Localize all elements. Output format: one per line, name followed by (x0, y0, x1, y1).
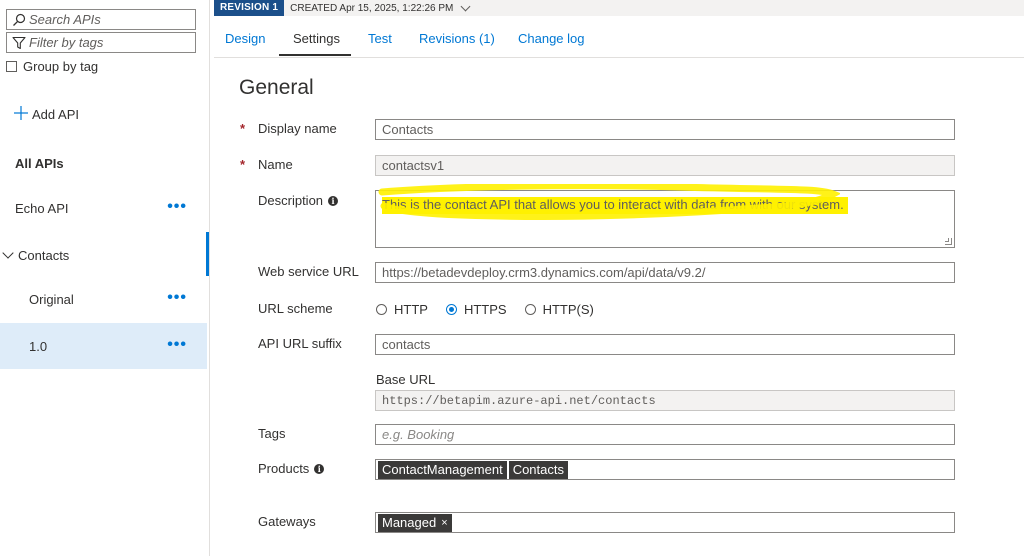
filter-by-tags-box[interactable] (6, 32, 196, 53)
name-field: contactsv1 (375, 155, 955, 176)
filter-by-tags-input[interactable] (29, 33, 189, 52)
description-text: This is the contact API that allows you … (382, 195, 848, 216)
close-icon[interactable]: × (441, 517, 447, 529)
api-item-label: Original (29, 291, 74, 307)
tags-field[interactable]: e.g. Booking (375, 424, 955, 445)
api-url-suffix-label: API URL suffix (258, 336, 342, 351)
radio-button[interactable] (376, 304, 387, 315)
tab-settings[interactable]: Settings (293, 31, 340, 46)
plus-icon (14, 106, 28, 122)
api-url-suffix-field[interactable]: contacts (375, 334, 955, 355)
base-url-label: Base URL (376, 372, 436, 387)
add-api-label: Add API (32, 106, 79, 122)
api-item-contacts[interactable]: Contacts (0, 232, 207, 278)
base-url-field: https://betapim.azure-api.net/contacts (375, 390, 955, 411)
required-marker: * (240, 121, 246, 136)
sidebar-scrollbar[interactable] (206, 232, 209, 276)
tab-test[interactable]: Test (368, 31, 392, 46)
gateways-label: Gateways (258, 514, 316, 529)
radio-http[interactable]: HTTP (376, 302, 428, 317)
product-tag[interactable]: Contacts (508, 460, 568, 479)
all-apis-heading[interactable]: All APIs (15, 156, 64, 171)
tab-change-log[interactable]: Change log (518, 31, 585, 46)
product-tag[interactable]: ContactManagement (378, 460, 507, 479)
resize-handle-icon[interactable] (945, 238, 952, 245)
display-name-field[interactable]: Contacts (375, 119, 955, 140)
api-item-echo[interactable]: Echo API ••• (0, 185, 207, 231)
products-label: Products i (258, 461, 325, 476)
more-options-icon[interactable]: ••• (167, 290, 187, 306)
gateways-field[interactable]: Managed × (375, 512, 955, 533)
api-sidebar: Group by tag Add API All APIs Echo API •… (0, 0, 210, 556)
chevron-down-icon[interactable] (2, 247, 14, 259)
active-tab-indicator (279, 54, 351, 56)
search-apis-box[interactable] (6, 9, 196, 30)
section-title: General (239, 76, 314, 99)
more-options-icon[interactable]: ••• (167, 199, 187, 215)
radio-button-checked[interactable] (445, 304, 457, 315)
radio-label: HTTP(S) (542, 302, 594, 317)
info-icon[interactable]: i (314, 463, 325, 474)
chevron-down-icon[interactable] (460, 1, 471, 11)
api-version-1-0[interactable]: 1.0 ••• (0, 323, 207, 369)
revision-bar: REVISION 1 CREATED Apr 15, 2025, 1:22:26… (214, 0, 1024, 16)
api-item-label: Contacts (18, 247, 70, 263)
api-tabs: Design Settings Test Revisions (1) Chang… (214, 20, 1024, 58)
radio-button[interactable] (524, 304, 536, 315)
display-name-label: Display name (258, 121, 337, 136)
description-label: Description i (258, 193, 339, 208)
products-label-text: Products (258, 461, 310, 476)
api-item-label: 1.0 (29, 338, 48, 354)
gateway-tag-label: Managed (382, 515, 437, 530)
description-field[interactable]: This is the contact API that allows you … (375, 190, 955, 248)
radio-label: HTTP (394, 302, 428, 317)
description-label-text: Description (258, 193, 324, 208)
api-item-label: Echo API (15, 200, 69, 216)
revision-badge: REVISION 1 (214, 0, 285, 16)
radio-http-s[interactable]: HTTP(S) (524, 302, 594, 317)
filter-icon (9, 33, 29, 52)
api-version-original[interactable]: Original ••• (0, 276, 207, 322)
radio-label: HTTPS (463, 302, 507, 317)
tags-label: Tags (258, 426, 286, 441)
search-apis-input[interactable] (29, 10, 189, 29)
add-api-button[interactable]: Add API (14, 106, 79, 122)
required-marker: * (240, 157, 246, 172)
info-icon[interactable]: i (328, 195, 339, 206)
web-service-url-field[interactable]: https://betadevdeploy.crm3.dynamics.com/… (375, 262, 955, 283)
name-label: Name (258, 157, 293, 172)
url-scheme-radio-group: HTTP HTTPS HTTP(S) (376, 302, 612, 317)
products-field[interactable]: ContactManagement Contacts (375, 459, 955, 480)
more-options-icon[interactable]: ••• (167, 337, 187, 353)
tab-design[interactable]: Design (225, 31, 265, 46)
checkbox-box[interactable] (6, 61, 17, 72)
gateway-tag[interactable]: Managed × (378, 513, 452, 532)
radio-https[interactable]: HTTPS (445, 302, 507, 317)
revision-created: CREATED Apr 15, 2025, 1:22:26 PM (290, 2, 454, 14)
search-icon (9, 10, 29, 29)
group-by-tag-checkbox[interactable]: Group by tag (6, 59, 98, 74)
tab-revisions[interactable]: Revisions (1) (419, 31, 495, 46)
web-service-url-label: Web service URL (258, 264, 359, 279)
group-by-tag-label: Group by tag (23, 59, 99, 74)
url-scheme-label: URL scheme (258, 301, 333, 316)
